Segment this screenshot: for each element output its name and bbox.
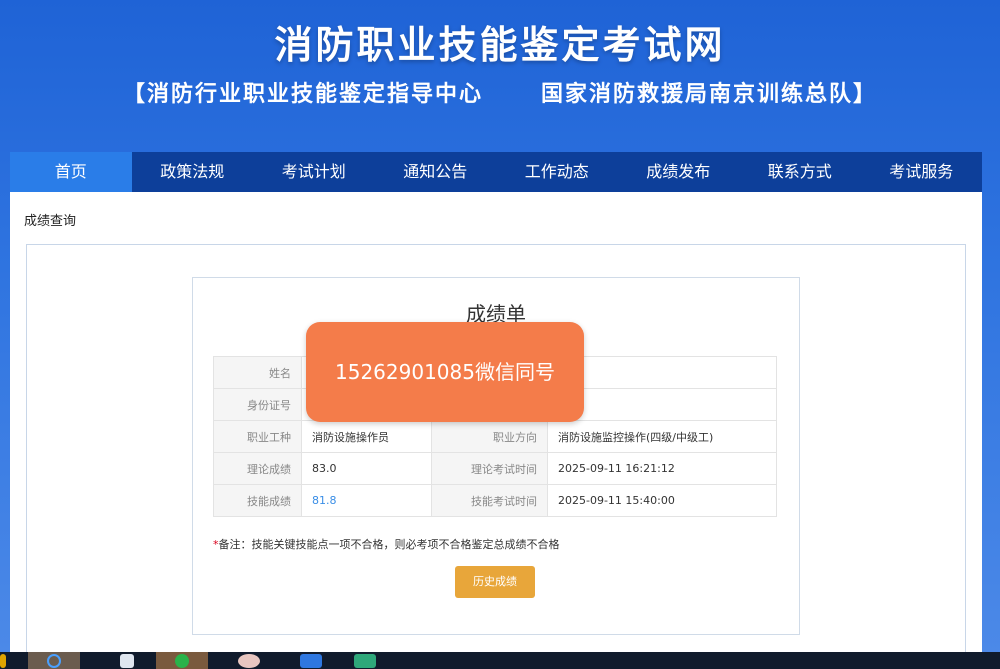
table-row: 职业工种 消防设施操作员 职业方向 消防设施监控操作(四级/中级工) bbox=[213, 420, 777, 453]
table-row: 技能成绩 81.8 技能考试时间 2025-09-11 15:40:00 bbox=[213, 484, 777, 517]
theory-time-label: 理论考试时间 bbox=[431, 452, 548, 485]
taskbar bbox=[0, 652, 1000, 669]
direction-value: 消防设施监控操作(四级/中级工) bbox=[547, 420, 777, 453]
main-nav: 首页 政策法规 考试计划 通知公告 工作动态 成绩发布 联系方式 考试服务 bbox=[10, 152, 982, 192]
app-blue-icon[interactable] bbox=[300, 653, 322, 668]
nav-item-results[interactable]: 成绩发布 bbox=[618, 152, 740, 192]
site-banner: 消防职业技能鉴定考试网 【消防行业职业技能鉴定指导中心 国家消防救援局南京训练总… bbox=[0, 0, 1000, 152]
app-icon[interactable] bbox=[120, 653, 134, 668]
nav-item-contact[interactable]: 联系方式 bbox=[739, 152, 861, 192]
skill-score-link[interactable]: 81.8 bbox=[312, 494, 337, 507]
contact-overlay-banner: 15262901085微信同号 bbox=[306, 322, 584, 422]
skill-time-value: 2025-09-11 15:40:00 bbox=[547, 484, 777, 517]
id-label: 身份证号 bbox=[213, 388, 302, 421]
wechat-icon bbox=[175, 653, 189, 668]
avatar-icon[interactable] bbox=[238, 653, 260, 668]
result-frame: 成绩单 姓名 身份证号 职业工种 消防设施操作员 职业方向 消防设施监控操作(四… bbox=[26, 244, 966, 664]
nav-item-policy[interactable]: 政策法规 bbox=[132, 152, 254, 192]
nav-item-news[interactable]: 工作动态 bbox=[496, 152, 618, 192]
nav-item-notices[interactable]: 通知公告 bbox=[375, 152, 497, 192]
browser-icon bbox=[47, 653, 61, 668]
nav-item-exam-plan[interactable]: 考试计划 bbox=[253, 152, 375, 192]
occupation-value: 消防设施操作员 bbox=[301, 420, 432, 453]
taskbar-browser-button[interactable] bbox=[28, 652, 80, 669]
taskbar-wechat-button[interactable] bbox=[156, 652, 208, 669]
app-teal-icon[interactable] bbox=[354, 653, 376, 668]
theory-score-label: 理论成绩 bbox=[213, 452, 302, 485]
skill-score-value: 81.8 bbox=[301, 484, 432, 517]
site-title: 消防职业技能鉴定考试网 bbox=[274, 23, 726, 67]
content-panel: 成绩查询 成绩单 姓名 身份证号 职业工种 消防设施操作员 职业方向 消防设施监… bbox=[10, 192, 982, 664]
skill-time-label: 技能考试时间 bbox=[431, 484, 548, 517]
history-results-button[interactable]: 历史成绩 bbox=[455, 566, 535, 598]
table-row: 理论成绩 83.0 理论考试时间 2025-09-11 16:21:12 bbox=[213, 452, 777, 485]
remark-note: *备注：技能关键技能点一项不合格，则必考项不合格鉴定总成绩不合格 bbox=[213, 536, 560, 552]
site-subtitle: 【消防行业职业技能鉴定指导中心 国家消防救援局南京训练总队】 bbox=[123, 82, 877, 107]
theory-score-value: 83.0 bbox=[301, 452, 432, 485]
theory-time-value: 2025-09-11 16:21:12 bbox=[547, 452, 777, 485]
remark-text: 备注：技能关键技能点一项不合格，则必考项不合格鉴定总成绩不合格 bbox=[218, 538, 560, 551]
breadcrumb: 成绩查询 bbox=[24, 214, 77, 229]
nav-item-home[interactable]: 首页 bbox=[10, 152, 132, 192]
occupation-label: 职业工种 bbox=[213, 420, 302, 453]
skill-score-label: 技能成绩 bbox=[213, 484, 302, 517]
direction-label: 职业方向 bbox=[431, 420, 548, 453]
nav-item-services[interactable]: 考试服务 bbox=[861, 152, 983, 192]
start-edge-icon bbox=[0, 653, 6, 668]
name-label: 姓名 bbox=[213, 356, 302, 389]
